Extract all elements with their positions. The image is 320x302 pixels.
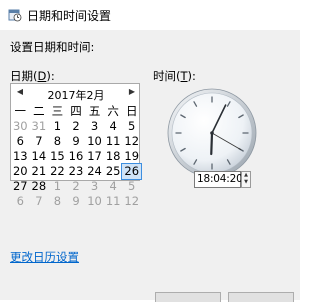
calendar-day[interactable]: 30 — [11, 119, 30, 134]
calendar-day[interactable]: 13 — [11, 149, 30, 164]
calendar-day[interactable]: 28 — [30, 179, 49, 194]
weekday-header: 日 — [125, 104, 138, 118]
calendar-day[interactable]: 10 — [85, 194, 104, 209]
calendar-day[interactable]: 26 — [121, 163, 142, 180]
calendar-day[interactable]: 3 — [85, 179, 104, 194]
next-month-icon[interactable]: ▶ — [126, 87, 138, 96]
calendar-day[interactable]: 25 — [104, 164, 123, 179]
hour-hand — [210, 131, 214, 156]
calendar-day[interactable]: 10 — [85, 134, 104, 149]
calendar-day[interactable]: 9 — [67, 194, 86, 209]
change-calendar-settings-link[interactable]: 更改日历设置 — [10, 249, 79, 265]
calendar-day[interactable]: 19 — [122, 149, 141, 164]
calendar-day[interactable]: 22 — [48, 164, 67, 179]
title-bar[interactable]: 日期和时间设置 — [0, 0, 300, 30]
spin-up-icon[interactable]: ▲ — [242, 172, 250, 179]
weekday-header: 二 — [33, 104, 45, 118]
calendar-day[interactable]: 4 — [104, 179, 123, 194]
calendar-day[interactable]: 21 — [30, 164, 49, 179]
calendar-month-title[interactable]: 2017年2月 — [11, 87, 141, 103]
calendar-day[interactable]: 2 — [67, 179, 86, 194]
weekday-header: 一 — [14, 104, 27, 118]
calendar-grid: 一二三四五六日 30 31 1 2 3 4 5 6 7 8 9 10 11 12 13 14 15 16 17 18 19… — [11, 104, 142, 209]
calendar-day[interactable]: 8 — [48, 194, 67, 209]
time-input[interactable]: 18:04:20 — [194, 171, 243, 188]
clock-center — [210, 131, 214, 135]
weekday-header: 五 — [88, 104, 101, 118]
calendar-day[interactable]: 3 — [85, 119, 104, 134]
calendar-day[interactable]: 1 — [48, 179, 67, 194]
page-heading: 设置日期和时间: — [10, 40, 95, 54]
ok-button[interactable] — [155, 292, 221, 302]
calendar-day[interactable]: 23 — [67, 164, 86, 179]
calendar-day[interactable]: 24 — [85, 164, 104, 179]
calendar-day[interactable]: 27 — [11, 179, 30, 194]
calendar-clock-icon — [8, 9, 22, 22]
calendar-day[interactable]: 5 — [122, 119, 141, 134]
calendar-day[interactable]: 8 — [48, 134, 67, 149]
calendar-day[interactable]: 18 — [104, 149, 123, 164]
time-value[interactable]: 18:04:20 — [197, 173, 243, 185]
calendar-day[interactable]: 12 — [122, 194, 141, 209]
calendar-day[interactable]: 31 — [30, 119, 49, 134]
time-spinner[interactable]: ▲ ▼ — [241, 171, 251, 188]
calendar-day[interactable]: 7 — [30, 134, 49, 149]
calendar[interactable]: ◀ 2017年2月 ▶ 一二三四五六日 30 31 1 2 3 4 5 6 7 8 9 10 11 12 13… — [10, 83, 142, 208]
weekday-header: 六 — [107, 104, 119, 118]
calendar-day[interactable]: 9 — [67, 134, 86, 149]
spin-down-icon[interactable]: ▼ — [242, 179, 250, 186]
calendar-day[interactable]: 14 — [30, 149, 49, 164]
calendar-day[interactable]: 11 — [104, 194, 123, 209]
calendar-day[interactable]: 4 — [104, 119, 123, 134]
calendar-day[interactable]: 15 — [48, 149, 67, 164]
cancel-button[interactable] — [228, 292, 294, 302]
calendar-day[interactable]: 12 — [122, 134, 141, 149]
calendar-day[interactable]: 11 — [104, 134, 123, 149]
calendar-day[interactable]: 2 — [67, 119, 86, 134]
calendar-day[interactable]: 17 — [85, 149, 104, 164]
calendar-day[interactable]: 6 — [11, 134, 30, 149]
weekday-header: 四 — [70, 104, 82, 118]
date-label: 日期(D): — [10, 69, 55, 83]
calendar-day[interactable]: 16 — [67, 149, 86, 164]
analog-clock — [167, 88, 257, 178]
calendar-day[interactable]: 1 — [48, 119, 67, 134]
calendar-day[interactable]: 20 — [11, 164, 30, 179]
calendar-day[interactable]: 7 — [30, 194, 49, 209]
time-label: 时间(T): — [153, 69, 196, 83]
calendar-day[interactable]: 5 — [122, 179, 141, 194]
calendar-day[interactable]: 6 — [11, 194, 30, 209]
weekday-header: 三 — [51, 104, 64, 118]
window-title: 日期和时间设置 — [27, 9, 112, 23]
